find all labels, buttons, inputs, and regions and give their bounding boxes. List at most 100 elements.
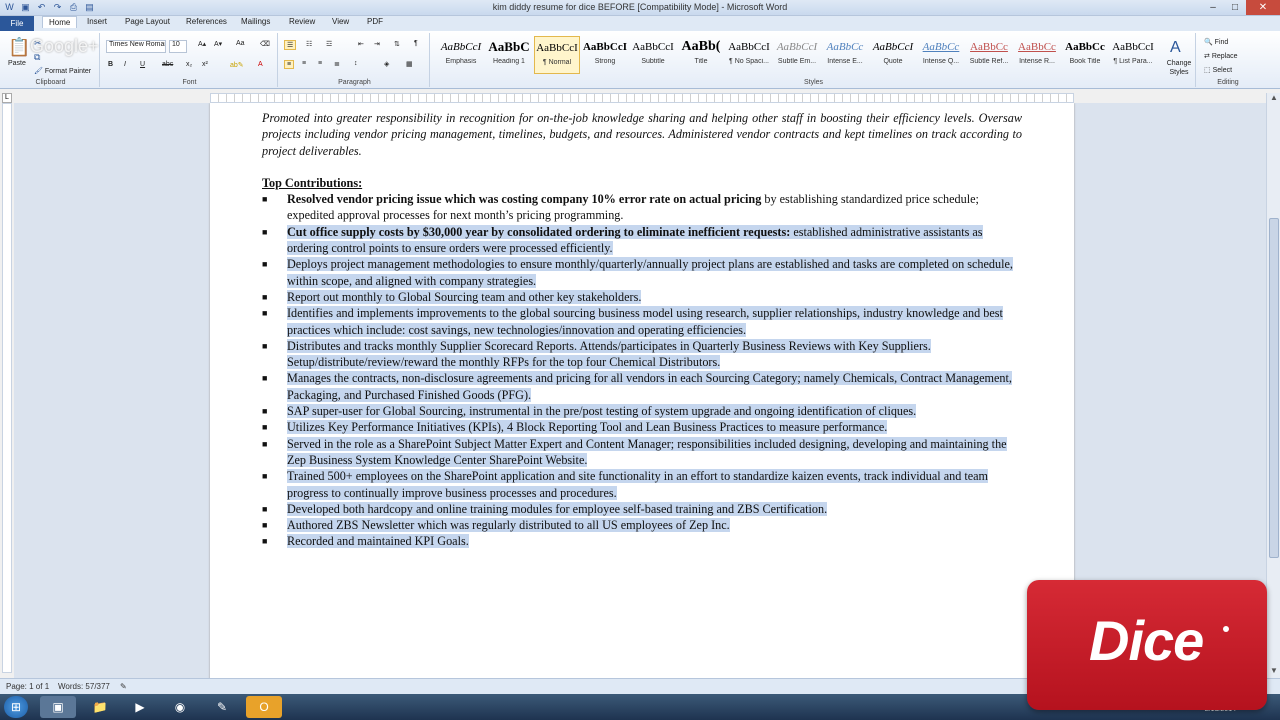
tab-insert[interactable]: Insert	[87, 17, 107, 26]
increase-indent-icon[interactable]: ⇥	[374, 40, 380, 48]
contributions-heading[interactable]: Top Contributions:	[262, 175, 1022, 191]
change-styles-icon[interactable]: A	[1170, 39, 1181, 57]
change-styles-button[interactable]: Change Styles	[1162, 59, 1196, 77]
tab-file[interactable]: File	[0, 16, 34, 31]
close-icon[interactable]: ✕	[1246, 0, 1280, 15]
numbering-icon[interactable]: ☷	[306, 40, 312, 48]
shading-icon[interactable]: ◈	[384, 60, 389, 68]
minimize-icon[interactable]: –	[1202, 0, 1224, 15]
select-button[interactable]: ⬚ Select	[1204, 66, 1232, 74]
page-count[interactable]: Page: 1 of 1	[6, 682, 49, 691]
strikethrough-button[interactable]: abc	[162, 61, 173, 68]
show-formatting-icon[interactable]: ¶	[414, 40, 418, 47]
underline-button[interactable]: U	[140, 61, 145, 68]
style-emphasis[interactable]: AaBbCcI Emphasis	[438, 36, 484, 74]
list-item[interactable]: ■ Resolved vendor pricing issue which was…	[262, 191, 1022, 224]
change-case-icon[interactable]: Aa	[236, 40, 245, 47]
format-painter-button[interactable]: 🖌 Format Painter	[34, 67, 91, 75]
justify-icon[interactable]: ≣	[334, 60, 340, 68]
subscript-button[interactable]: x₂	[186, 61, 192, 68]
font-size-select[interactable]: 10	[169, 40, 187, 53]
list-item[interactable]: ■ Authored ZBS Newsletter which was regul…	[262, 517, 1022, 533]
vertical-ruler[interactable]	[2, 103, 12, 673]
superscript-button[interactable]: x²	[202, 61, 208, 68]
scroll-down-icon[interactable]: ▼	[1267, 666, 1280, 678]
line-spacing-icon[interactable]: ↕	[354, 60, 358, 67]
list-item[interactable]: ■ Report out monthly to Global Sourcing t…	[262, 289, 1022, 305]
style-strong[interactable]: AaBbCcI Strong	[582, 36, 628, 74]
style-subtitle[interactable]: AaBbCcI Subtitle	[630, 36, 676, 74]
word-count[interactable]: Words: 57/377	[58, 682, 110, 691]
tab-home[interactable]: Home	[42, 16, 78, 28]
tab-mailings[interactable]: Mailings	[241, 17, 270, 26]
taskbar-media-player-icon[interactable]: ▶	[122, 696, 158, 718]
grow-font-icon[interactable]: A▴	[198, 40, 206, 48]
proofing-icon[interactable]: ✎	[120, 682, 127, 691]
highlight-icon[interactable]: ab✎	[230, 61, 244, 69]
horizontal-ruler[interactable]	[210, 93, 1074, 103]
font-name-select[interactable]: Times New Roman	[106, 40, 166, 53]
shrink-font-icon[interactable]: A▾	[214, 40, 222, 48]
align-left-icon[interactable]: ≡	[284, 60, 295, 69]
list-item[interactable]: ■ Distributes and tracks monthly Supplier…	[262, 338, 1022, 371]
document-page[interactable]: Promoted into greater responsibility in …	[210, 103, 1074, 678]
scroll-thumb[interactable]	[1269, 218, 1279, 558]
style-quote[interactable]: AaBbCcI Quote	[870, 36, 916, 74]
style-intense-quote[interactable]: AaBbCc Intense Q...	[918, 36, 964, 74]
tab-pdf[interactable]: PDF	[367, 17, 383, 26]
decrease-indent-icon[interactable]: ⇤	[358, 40, 364, 48]
tab-references[interactable]: References	[186, 17, 227, 26]
style-heading-1[interactable]: AaBbC Heading 1	[486, 36, 532, 74]
intro-paragraph[interactable]: Promoted into greater responsibility in …	[262, 110, 1022, 159]
taskbar-explorer-icon[interactable]: 📁	[82, 696, 118, 718]
list-item[interactable]: ■ Utilizes Key Performance Initiatives (K…	[262, 419, 1022, 435]
taskbar-app-icon[interactable]: ✎	[204, 696, 240, 718]
list-item[interactable]: ■ Manages the contracts, non-disclosure a…	[262, 370, 1022, 403]
list-item[interactable]: ■ Trained 500+ employees on the SharePoin…	[262, 468, 1022, 501]
document-body[interactable]: Promoted into greater responsibility in …	[262, 110, 1022, 550]
italic-button[interactable]: I	[124, 61, 126, 68]
bold-button[interactable]: B	[108, 61, 113, 68]
bullets-icon[interactable]: ☰	[284, 40, 297, 50]
registered-mark-icon	[1223, 626, 1229, 632]
list-item-body: Developed both hardcopy and online train…	[287, 501, 828, 516]
style-intense-emphasis[interactable]: AaBbCc Intense E...	[822, 36, 868, 74]
align-center-icon[interactable]: ≡	[302, 60, 306, 67]
list-item[interactable]: ■ SAP super-user for Global Sourcing, ins…	[262, 403, 1022, 419]
paste-icon[interactable]: 📋	[8, 37, 30, 58]
start-button-icon[interactable]: ⊞	[4, 696, 28, 718]
style-normal[interactable]: AaBbCcI ¶ Normal	[534, 36, 580, 74]
style-list-paragraph[interactable]: AaBbCcI ¶ List Para...	[1110, 36, 1156, 74]
ruler-toggle-icon[interactable]: L	[2, 93, 12, 103]
style-no-spacing[interactable]: AaBbCcI ¶ No Spaci...	[726, 36, 772, 74]
list-item[interactable]: ■ Recorded and maintained KPI Goals.	[262, 533, 1022, 549]
list-item[interactable]: ■ Identifies and implements improvements …	[262, 305, 1022, 338]
scroll-up-icon[interactable]: ▲	[1267, 93, 1280, 105]
maximize-icon[interactable]: □	[1224, 0, 1246, 15]
list-item[interactable]: ■ Deploys project management methodologie…	[262, 256, 1022, 289]
taskbar-outlook-icon[interactable]: O	[246, 696, 282, 718]
sort-icon[interactable]: ⇅	[394, 40, 400, 48]
style-title[interactable]: AaBb(Title	[678, 36, 724, 74]
clear-formatting-icon[interactable]: ⌫	[260, 40, 270, 48]
tab-view[interactable]: View	[332, 17, 349, 26]
style-subtle-reference[interactable]: AaBbCc Subtle Ref...	[966, 36, 1012, 74]
taskbar-desktop-icon[interactable]: ▣	[40, 696, 76, 718]
tab-page-layout[interactable]: Page Layout	[125, 17, 170, 26]
list-item[interactable]: ■ Cut office supply costs by $30,000 year…	[262, 224, 1022, 257]
replace-button[interactable]: ⇄ Replace	[1204, 52, 1238, 60]
borders-icon[interactable]: ▦	[406, 60, 413, 68]
align-right-icon[interactable]: ≡	[318, 60, 322, 67]
list-item[interactable]: ■ Developed both hardcopy and online trai…	[262, 501, 1022, 517]
tab-review[interactable]: Review	[289, 17, 315, 26]
multilevel-list-icon[interactable]: ☲	[326, 40, 332, 48]
paste-button[interactable]: Paste	[8, 60, 26, 67]
font-color-icon[interactable]: A	[258, 61, 263, 68]
list-item[interactable]: ■ Served in the role as a SharePoint Subj…	[262, 436, 1022, 469]
taskbar-chrome-icon[interactable]: ◉	[162, 696, 198, 718]
find-button[interactable]: 🔍 Find	[1204, 38, 1228, 46]
style-subtle-emphasis[interactable]: AaBbCcI Subtle Em...	[774, 36, 820, 74]
style-intense-reference[interactable]: AaBbCc Intense R...	[1014, 36, 1060, 74]
style-book-title[interactable]: AaBbCc Book Title	[1062, 36, 1108, 74]
vertical-scrollbar[interactable]: ▲ ▼	[1266, 93, 1280, 678]
